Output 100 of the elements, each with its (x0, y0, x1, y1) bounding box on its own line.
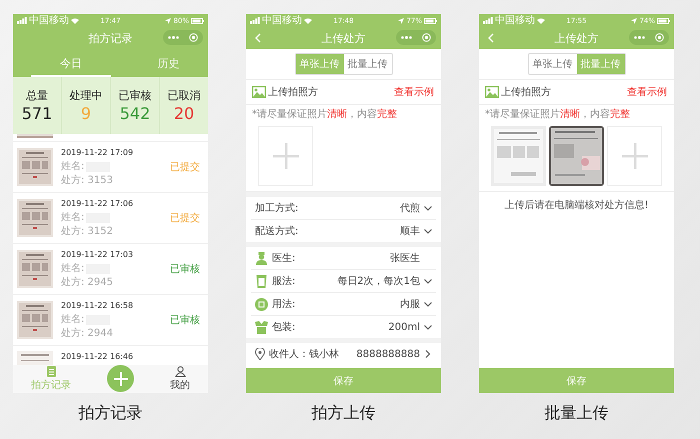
nav-item[interactable]: 我的 (170, 366, 190, 393)
field-label: 包装: (272, 320, 296, 334)
image-icon (485, 86, 499, 98)
chevron-right-icon[interactable] (424, 350, 432, 358)
prescription-number: 处方: 3152 (61, 225, 114, 238)
location-pin-icon (255, 348, 265, 360)
upload-label: 上传拍照方 (501, 86, 552, 99)
add-button[interactable] (107, 365, 134, 392)
hint-text: *请尽量保证照片清晰，内容完整 (484, 108, 631, 122)
record-status: 已提交 (170, 160, 200, 174)
upload-label: 上传拍照方 (268, 86, 319, 99)
page-title: 上传处方 (554, 30, 598, 46)
record-item[interactable]: 2019-11-22 17:03 姓名: 处方: 2945 已审核 (13, 244, 208, 295)
screen-caption: 拍方记录 (78, 403, 142, 424)
screen-caption: 拍方上传 (312, 403, 376, 424)
more-icon[interactable] (634, 36, 645, 39)
record-status: 已审核 (170, 314, 200, 327)
stat-value: 9 (80, 104, 92, 123)
prescription-number: 处方: 2944 (61, 327, 114, 340)
stat-value: 571 (22, 104, 52, 123)
chevron-down-icon[interactable] (424, 324, 432, 330)
person-icon (174, 366, 186, 377)
record-status: 已审核 (170, 262, 200, 276)
stat-label: 处理中 (70, 88, 102, 103)
page-title: 拍方记录 (88, 30, 132, 46)
field-value[interactable]: 代煎 (302, 201, 420, 215)
record-date: 2019-11-22 17:06 (61, 198, 134, 210)
field-value[interactable]: 内服 (299, 297, 420, 311)
note-text: 上传后请在电脑端核对处方信息! (503, 198, 650, 213)
stat-label: 总量 (26, 88, 48, 103)
add-photo-button[interactable] (607, 126, 662, 186)
add-photo-button[interactable] (258, 126, 313, 186)
segment-tab[interactable]: 批量上传 (344, 54, 392, 74)
record-date: 2019-11-22 17:03 (61, 249, 134, 261)
record-item[interactable]: 2019-11-22 16:58 姓名: 处方: 2944 已审核 (13, 295, 208, 346)
example-link[interactable]: 查看示例 (394, 85, 434, 99)
chevron-down-icon[interactable] (424, 228, 432, 234)
segment-tab[interactable]: 单张上传 (528, 54, 576, 74)
box-icon (255, 320, 268, 334)
field-value[interactable]: 每日2次，每次1包 (299, 274, 420, 288)
target-icon[interactable] (422, 33, 431, 42)
example-link[interactable]: 查看示例 (627, 85, 667, 99)
name-label: 姓名: (61, 313, 84, 326)
record-status: 已提交 (170, 212, 200, 225)
target-icon[interactable] (189, 33, 198, 42)
record-date: 2019-11-22 16:58 (61, 300, 134, 312)
record-date: 2019-11-22 17:09 (61, 147, 134, 159)
plus-icon (114, 372, 128, 386)
back-icon[interactable] (488, 33, 494, 43)
location-icon (631, 18, 638, 24)
recipient-name: 收件人：钱小林 (269, 348, 339, 361)
battery-icon (191, 18, 204, 24)
more-icon[interactable] (401, 36, 412, 39)
location-icon (398, 18, 404, 24)
back-icon[interactable] (255, 33, 261, 43)
field-value[interactable]: 顺丰 (302, 224, 420, 238)
record-date: 2019-11-22 16:46 (61, 351, 134, 363)
carrier-name: 中国移动 (29, 14, 69, 27)
battery-icon (424, 18, 437, 24)
prescription-number: 处方: 2945 (61, 276, 114, 289)
field-value: 张医生 (389, 252, 420, 265)
coin-icon (255, 298, 268, 310)
target-icon[interactable] (655, 33, 664, 42)
image-icon (252, 86, 266, 98)
stat-value: 20 (174, 104, 194, 123)
signal-icon (250, 17, 260, 24)
stat-value: 542 (120, 104, 150, 123)
battery-icon (657, 18, 670, 24)
chevron-down-icon[interactable] (424, 278, 432, 284)
wifi-icon (71, 18, 79, 24)
screen-caption: 批量上传 (544, 403, 608, 424)
prescription-number: 处方: 3153 (61, 174, 114, 187)
record-item[interactable]: 2019-11-22 17:06 姓名: 处方: 3152 已提交 (13, 193, 208, 244)
stat-label: 已取消 (168, 88, 200, 103)
field-label: 加工方式: (255, 202, 298, 215)
location-icon (165, 18, 172, 24)
signal-icon (483, 17, 493, 24)
hint-text: *请尽量保证照片清晰，内容完整 (251, 108, 398, 122)
plus-icon (272, 143, 298, 169)
plus-icon (622, 143, 648, 169)
cup-icon (255, 274, 268, 288)
signal-icon (17, 17, 27, 24)
wifi-icon (304, 18, 312, 24)
chevron-down-icon[interactable] (424, 302, 432, 306)
recipient-phone: 8888888888 (355, 348, 420, 360)
page-title: 上传处方 (322, 30, 366, 46)
name-label: 姓名: (61, 262, 84, 275)
field-label: 用法: (272, 298, 296, 311)
field-label: 配送方式: (255, 224, 298, 238)
chevron-down-icon[interactable] (424, 206, 432, 210)
wifi-icon (537, 18, 545, 24)
doctor-icon (255, 252, 268, 264)
carrier-name: 中国移动 (262, 14, 302, 27)
field-label: 医生: (272, 252, 296, 265)
stat-label: 已审核 (118, 88, 152, 103)
more-icon[interactable] (168, 36, 179, 39)
record-item[interactable]: 2019-11-22 17:09 姓名: 处方: 3153 已提交 (13, 142, 208, 193)
name-label: 姓名: (61, 211, 84, 224)
field-value[interactable]: 200ml (299, 322, 420, 332)
carrier-name: 中国移动 (495, 14, 535, 27)
